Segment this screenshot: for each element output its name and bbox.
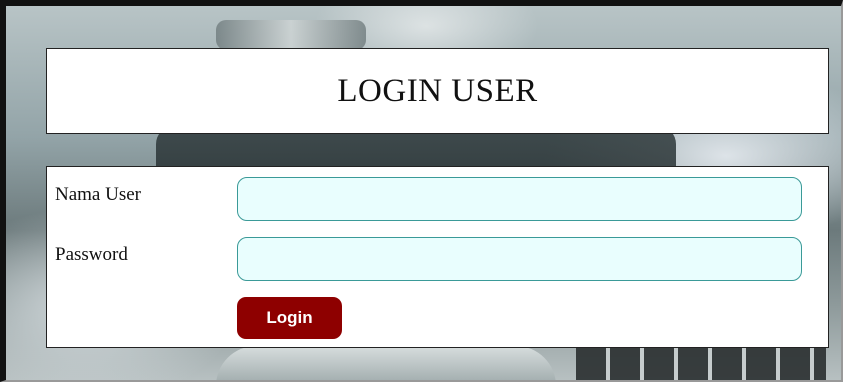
login-form: Nama User Password Login — [46, 166, 829, 348]
username-input[interactable] — [237, 177, 802, 221]
login-page-frame: LOGIN USER Nama User Password Login — [0, 0, 843, 382]
username-label: Nama User — [55, 184, 141, 205]
background-truck-light — [216, 20, 366, 50]
password-input[interactable] — [237, 237, 802, 281]
password-label: Password — [55, 244, 128, 265]
background-truck-bumper — [216, 346, 556, 380]
page-title: LOGIN USER — [337, 72, 538, 109]
title-panel: LOGIN USER — [46, 48, 829, 134]
login-button[interactable]: Login — [237, 297, 342, 339]
